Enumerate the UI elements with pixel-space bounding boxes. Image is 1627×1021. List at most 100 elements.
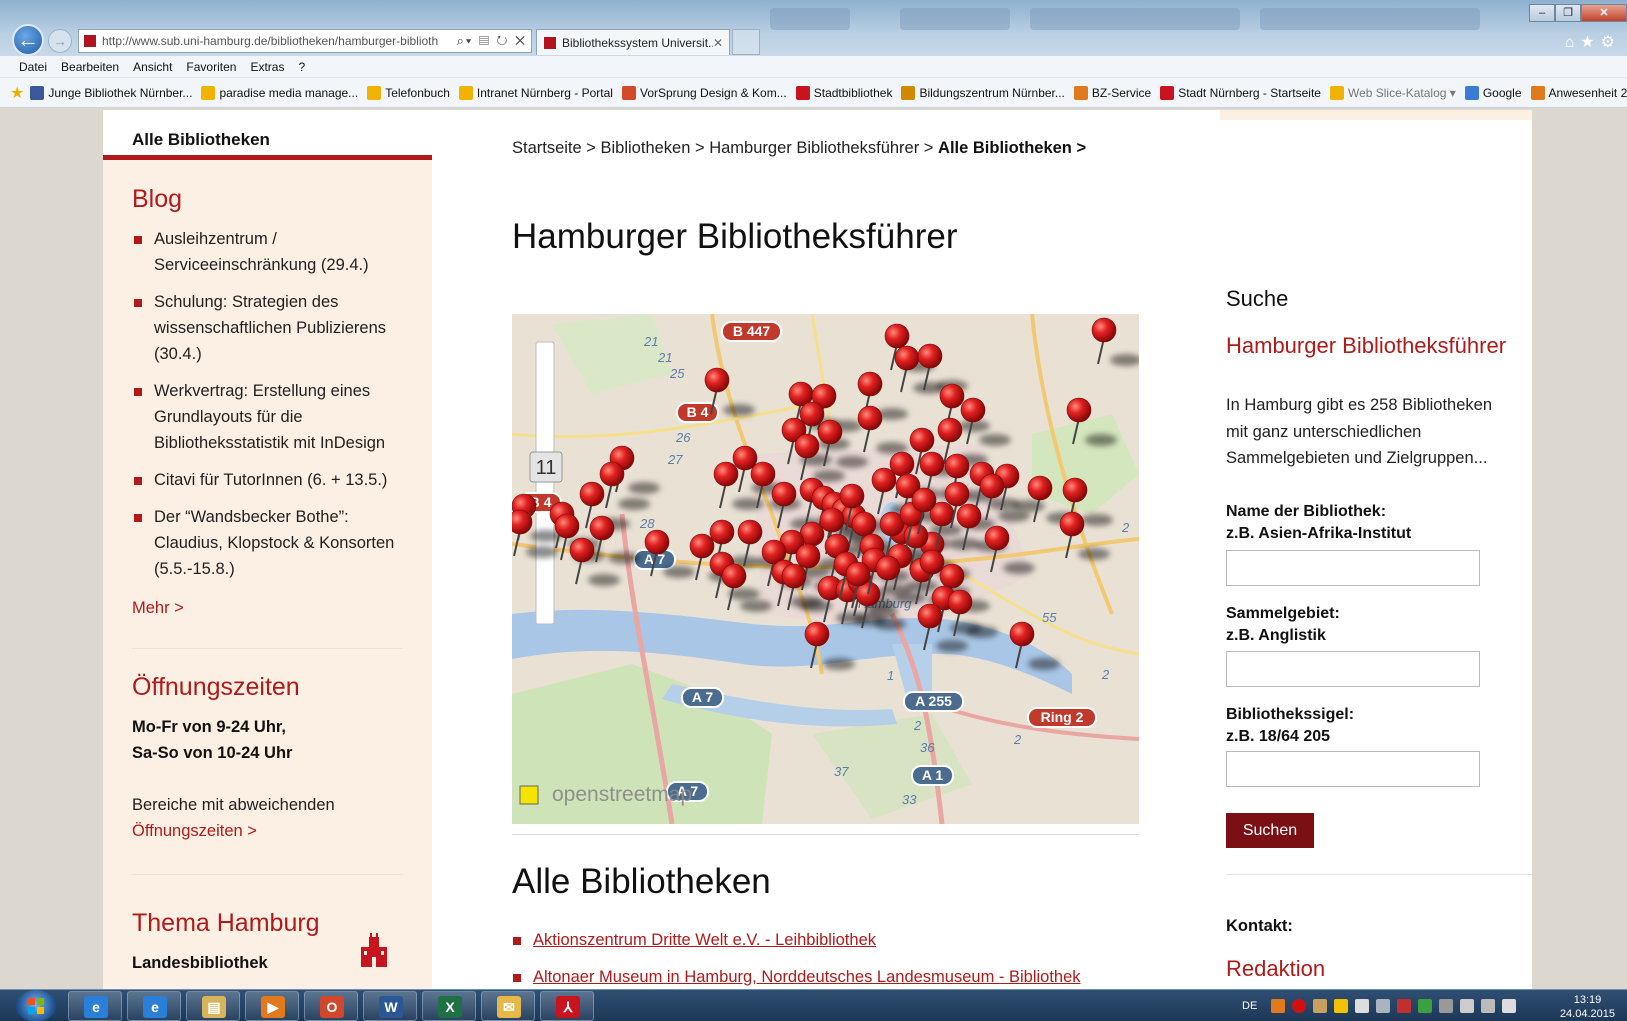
favorite-label: Telefonbuch [385, 85, 450, 100]
start-button[interactable] [16, 990, 56, 1021]
tray-icon[interactable] [1355, 999, 1370, 1013]
windows-logo-icon [28, 998, 44, 1014]
taskbar-app-button[interactable]: ✉ [481, 991, 535, 1021]
pin-shadow [1081, 514, 1113, 526]
home-favorites-settings-icons[interactable]: ⌂★⚙ [1565, 32, 1621, 52]
clock[interactable]: 13:19 24.04.2015 [1560, 993, 1615, 1021]
menu-extras[interactable]: Extras [250, 60, 284, 74]
forward-button[interactable]: → [48, 29, 72, 53]
sidebar-header[interactable]: Alle Bibliotheken [103, 110, 432, 160]
taskbar-app-button[interactable]: W [363, 991, 417, 1021]
hours-link[interactable]: Öffnungszeiten > [132, 818, 403, 844]
volume-icon[interactable] [1502, 999, 1517, 1013]
library-link[interactable]: Altonaer Museum in Hamburg, Norddeutsche… [533, 968, 1081, 986]
favorite-label: Web Slice-Katalog ▾ [1347, 85, 1456, 100]
blog-item[interactable]: Werkvertrag: Erstellung eines Grundlayou… [132, 378, 403, 456]
address-tools-icon[interactable]: ⌕▾ ▤ ↻ ✕ [453, 33, 531, 49]
menu-help[interactable]: ? [298, 60, 305, 74]
favorite-link[interactable]: Anwesenheit 201 [1530, 85, 1627, 100]
pin-shadow [836, 456, 868, 468]
favorite-link[interactable]: Intranet Nürnberg - Portal [458, 85, 613, 100]
bz-icon [901, 85, 916, 100]
road-label: 2 [1101, 667, 1110, 682]
menu-favoriten[interactable]: Favoriten [186, 60, 236, 74]
library-map[interactable]: 11 B 447 B 4B 4A 7A 7A 255 Ring 2A 1A 7 21 2… [512, 314, 1139, 824]
windows-taskbar: e e ▤ ▶ O W X ✉ ⅄ DE 13:19 24.04.2015 [0, 989, 1627, 1021]
blog-item[interactable]: Der “Wandsbecker Bothe”: Claudius, Klops… [132, 504, 403, 582]
taskbar-app-button[interactable]: ▤ [186, 991, 240, 1021]
url-text[interactable]: http://www.sub.uni-hamburg.de/bibliothek… [102, 34, 453, 48]
field-label-collection: Sammelgebiet: [1226, 605, 1340, 622]
favorite-link[interactable]: Web Slice-Katalog ▾ [1329, 85, 1456, 100]
road-label: 55 [1042, 610, 1057, 625]
road-label: B 447 [733, 323, 771, 339]
close-window-button[interactable]: ✕ [1581, 4, 1627, 22]
favorites-star-icon[interactable]: ★ [10, 83, 24, 103]
field-label-sigel: Bibliothekssigel: [1226, 706, 1355, 723]
hours-section: Öffnungszeiten Mo-Fr von 9-24 Uhr, Sa-So… [103, 649, 432, 875]
tray-icon[interactable] [1292, 999, 1307, 1013]
restore-button[interactable]: ❐ [1555, 4, 1581, 22]
tray-icon[interactable] [1334, 999, 1349, 1013]
main-content: Startseite > Bibliotheken > Hamburger Bi… [432, 110, 1532, 989]
taskbar-app-button[interactable]: ⅄ [540, 991, 594, 1021]
favorite-link[interactable]: paradise media manage... [201, 85, 358, 100]
library-sigel-input[interactable] [1226, 751, 1480, 787]
pin-shadow [998, 510, 1030, 522]
tab-close-icon[interactable]: ✕ [713, 36, 723, 50]
road-label: 27 [667, 452, 683, 467]
tray-icon[interactable] [1271, 999, 1286, 1013]
menu-datei[interactable]: Datei [19, 60, 47, 74]
taskbar-app-button[interactable]: ▶ [245, 991, 299, 1021]
network-icon[interactable] [1481, 999, 1496, 1013]
browser-tab[interactable]: Bibliothekssystem Universit... ✕ [536, 29, 730, 55]
library-list-item: Altonaer Museum in Hamburg, Norddeutsche… [512, 965, 1081, 989]
menu-bearbeiten[interactable]: Bearbeiten [61, 60, 119, 74]
tray-icon[interactable] [1418, 999, 1433, 1013]
flag-icon[interactable] [1460, 999, 1475, 1013]
new-tab-button[interactable] [732, 29, 760, 55]
blog-item[interactable]: Schulung: Strategien des wissenschaftlic… [132, 289, 403, 367]
taskbar-app-button[interactable]: e [68, 991, 122, 1021]
favorite-link[interactable]: Telefonbuch [367, 85, 450, 100]
zoom-slider[interactable] [535, 341, 555, 625]
collection-area-input[interactable] [1226, 651, 1480, 687]
address-bar[interactable]: http://www.sub.uni-hamburg.de/bibliothek… [78, 29, 532, 53]
pin-shadow [526, 546, 558, 558]
back-button[interactable]: ← [12, 24, 44, 56]
tray-icon[interactable] [1313, 999, 1328, 1013]
taskbar-app-button[interactable]: X [422, 991, 476, 1021]
thema-section: Thema Hamburg Landesbibliothek [103, 875, 432, 976]
map-canvas[interactable]: 11 B 447B 4B 4A 7A 7A 255Ring 2A 1A 7212… [512, 314, 1139, 824]
blog-section: Blog Ausleihzentrum / Serviceeinschränku… [103, 160, 432, 649]
blog-item[interactable]: Ausleihzentrum / Serviceeinschränkung (2… [132, 226, 403, 278]
language-indicator[interactable]: DE [1242, 1000, 1257, 1012]
tray-icon[interactable] [1439, 999, 1454, 1013]
favorite-link[interactable]: Stadt Nürnberg - Startseite [1160, 85, 1321, 100]
favorite-link[interactable]: Google [1464, 85, 1522, 100]
search-button[interactable]: Suchen [1226, 813, 1314, 848]
pin-shadow [1028, 658, 1060, 670]
menu-bar: Datei Bearbeiten Ansicht Favoriten Extra… [0, 56, 1627, 78]
favorite-link[interactable]: VorSprung Design & Kom... [621, 85, 787, 100]
ie-page-icon [458, 85, 473, 100]
favorite-link[interactable]: BZ-Service [1073, 85, 1151, 100]
contact-link[interactable]: Redaktion [1226, 956, 1325, 982]
blog-more-link[interactable]: Mehr > [132, 599, 184, 618]
taskbar-app-button[interactable]: O [304, 991, 358, 1021]
search-subheading[interactable]: Hamburger Bibliotheksführer [1226, 332, 1516, 360]
taskbar-app-button[interactable]: e [127, 991, 181, 1021]
library-link[interactable]: Aktionszentrum Dritte Welt e.V. - Leihbi… [533, 931, 876, 949]
breadcrumb-path[interactable]: Startseite > Bibliotheken > Hamburger Bi… [512, 139, 938, 157]
tray-icon[interactable] [1376, 999, 1391, 1013]
library-name-input[interactable] [1226, 550, 1480, 586]
menu-ansicht[interactable]: Ansicht [133, 60, 172, 74]
minimize-button[interactable]: – [1529, 4, 1555, 22]
favorite-link[interactable]: Bildungszentrum Nürnber... [901, 85, 1065, 100]
blog-item[interactable]: Citavi für TutorInnen (6. + 13.5.) [132, 467, 403, 493]
favorite-link[interactable]: Junge Bibliothek Nürnber... [30, 85, 192, 100]
hours-weekday: Mo-Fr von 9-24 Uhr, [132, 718, 287, 736]
tray-icon[interactable] [1397, 999, 1412, 1013]
favorite-link[interactable]: Stadtbibliothek [795, 85, 892, 100]
favorite-label: Google [1482, 85, 1522, 100]
